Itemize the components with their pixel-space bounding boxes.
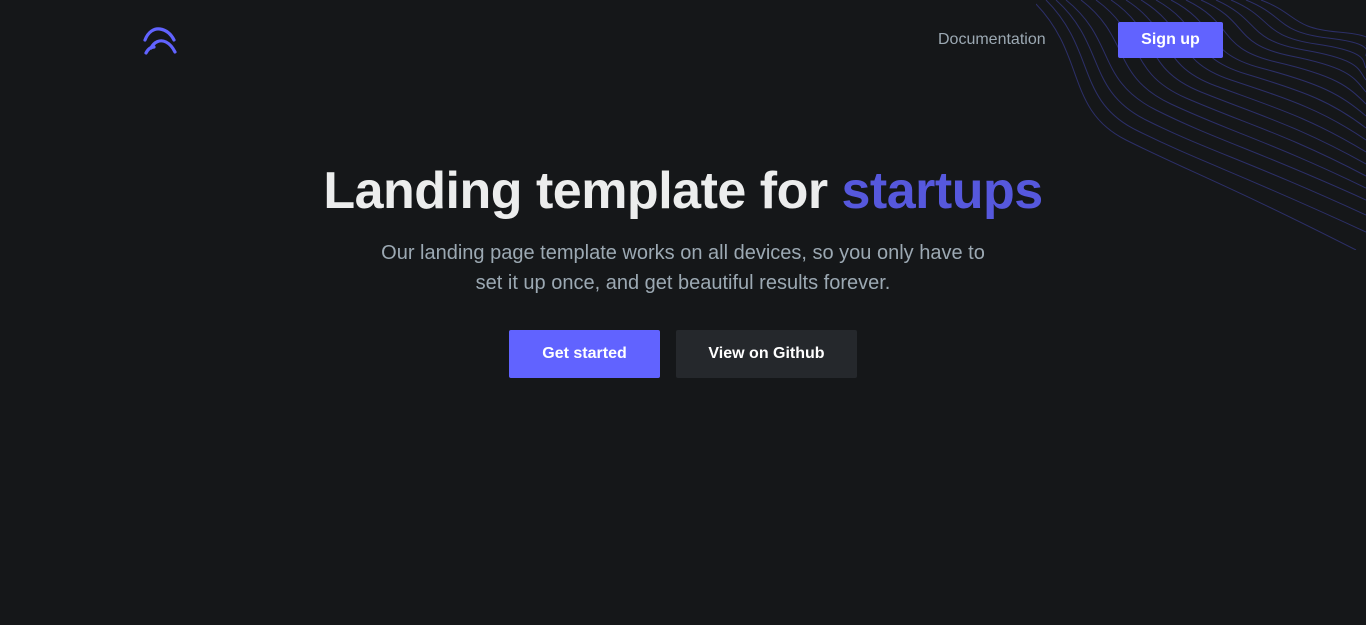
view-on-github-button[interactable]: View on Github [676, 330, 857, 378]
hero-title: Landing template for startups [0, 160, 1366, 222]
hero-title-main: Landing template for [323, 162, 842, 220]
logo-icon[interactable] [142, 24, 178, 56]
nav-link-documentation[interactable]: Documentation [938, 30, 1046, 50]
hero-title-accent: startups [841, 162, 1044, 220]
get-started-button[interactable]: Get started [509, 330, 660, 378]
hero-subtitle: Our landing page template works on all d… [381, 242, 985, 294]
signup-button[interactable]: Sign up [1118, 22, 1223, 58]
landing-page: Documentation Sign up Landing template f… [0, 0, 1366, 625]
